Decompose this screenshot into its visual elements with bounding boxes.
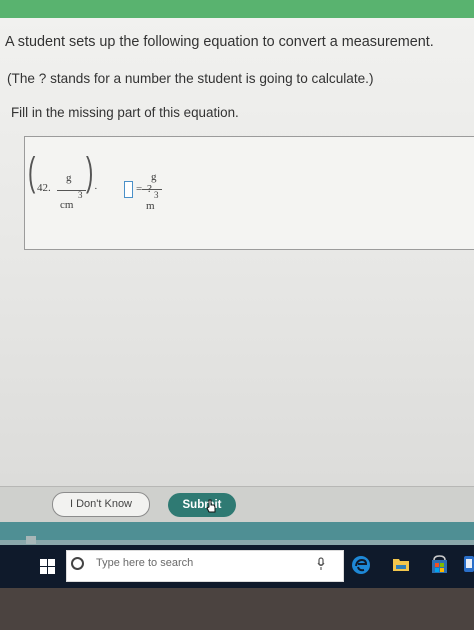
dont-know-button[interactable]: I Don't Know bbox=[52, 492, 150, 517]
right-paren: ) bbox=[86, 150, 94, 194]
coefficient: 42. bbox=[37, 182, 51, 194]
desk-background bbox=[0, 588, 474, 630]
question-instruction: Fill in the missing part of this equatio… bbox=[11, 105, 239, 120]
store-icon[interactable] bbox=[431, 555, 448, 574]
submit-button[interactable]: Submit bbox=[168, 493, 236, 517]
question-page bbox=[0, 18, 474, 486]
right-denominator: m bbox=[146, 200, 155, 212]
question-note: (The ? stands for a number the student i… bbox=[7, 71, 374, 86]
missing-term-input[interactable] bbox=[124, 181, 133, 198]
top-bar bbox=[0, 0, 474, 18]
equation-answer-box[interactable]: ( 42. g 3 cm ) · = ? g 3 m bbox=[24, 136, 474, 250]
left-paren: ( bbox=[28, 150, 36, 194]
edge-icon[interactable] bbox=[350, 554, 372, 576]
folder-icon[interactable] bbox=[392, 556, 410, 572]
browser-status-bar bbox=[0, 522, 474, 540]
mic-icon[interactable] bbox=[317, 557, 325, 571]
hand-cursor-icon bbox=[206, 499, 216, 513]
right-exponent: 3 bbox=[154, 190, 159, 200]
left-exponent: 3 bbox=[78, 190, 83, 200]
taskbar-app-icon[interactable] bbox=[462, 555, 474, 573]
search-placeholder[interactable]: Type here to search bbox=[96, 557, 193, 569]
right-numerator: g bbox=[151, 171, 157, 183]
question-text: A student sets up the following equation… bbox=[5, 34, 434, 50]
right-fraction-bar bbox=[142, 189, 162, 190]
page-footer-divider bbox=[0, 486, 474, 487]
scroll-left-arrow[interactable] bbox=[26, 536, 36, 544]
multiply-dot: · bbox=[94, 183, 98, 195]
windows-icon[interactable] bbox=[40, 559, 55, 574]
left-numerator: g bbox=[66, 172, 72, 184]
search-icon bbox=[71, 557, 84, 570]
left-denominator: cm bbox=[60, 199, 74, 211]
